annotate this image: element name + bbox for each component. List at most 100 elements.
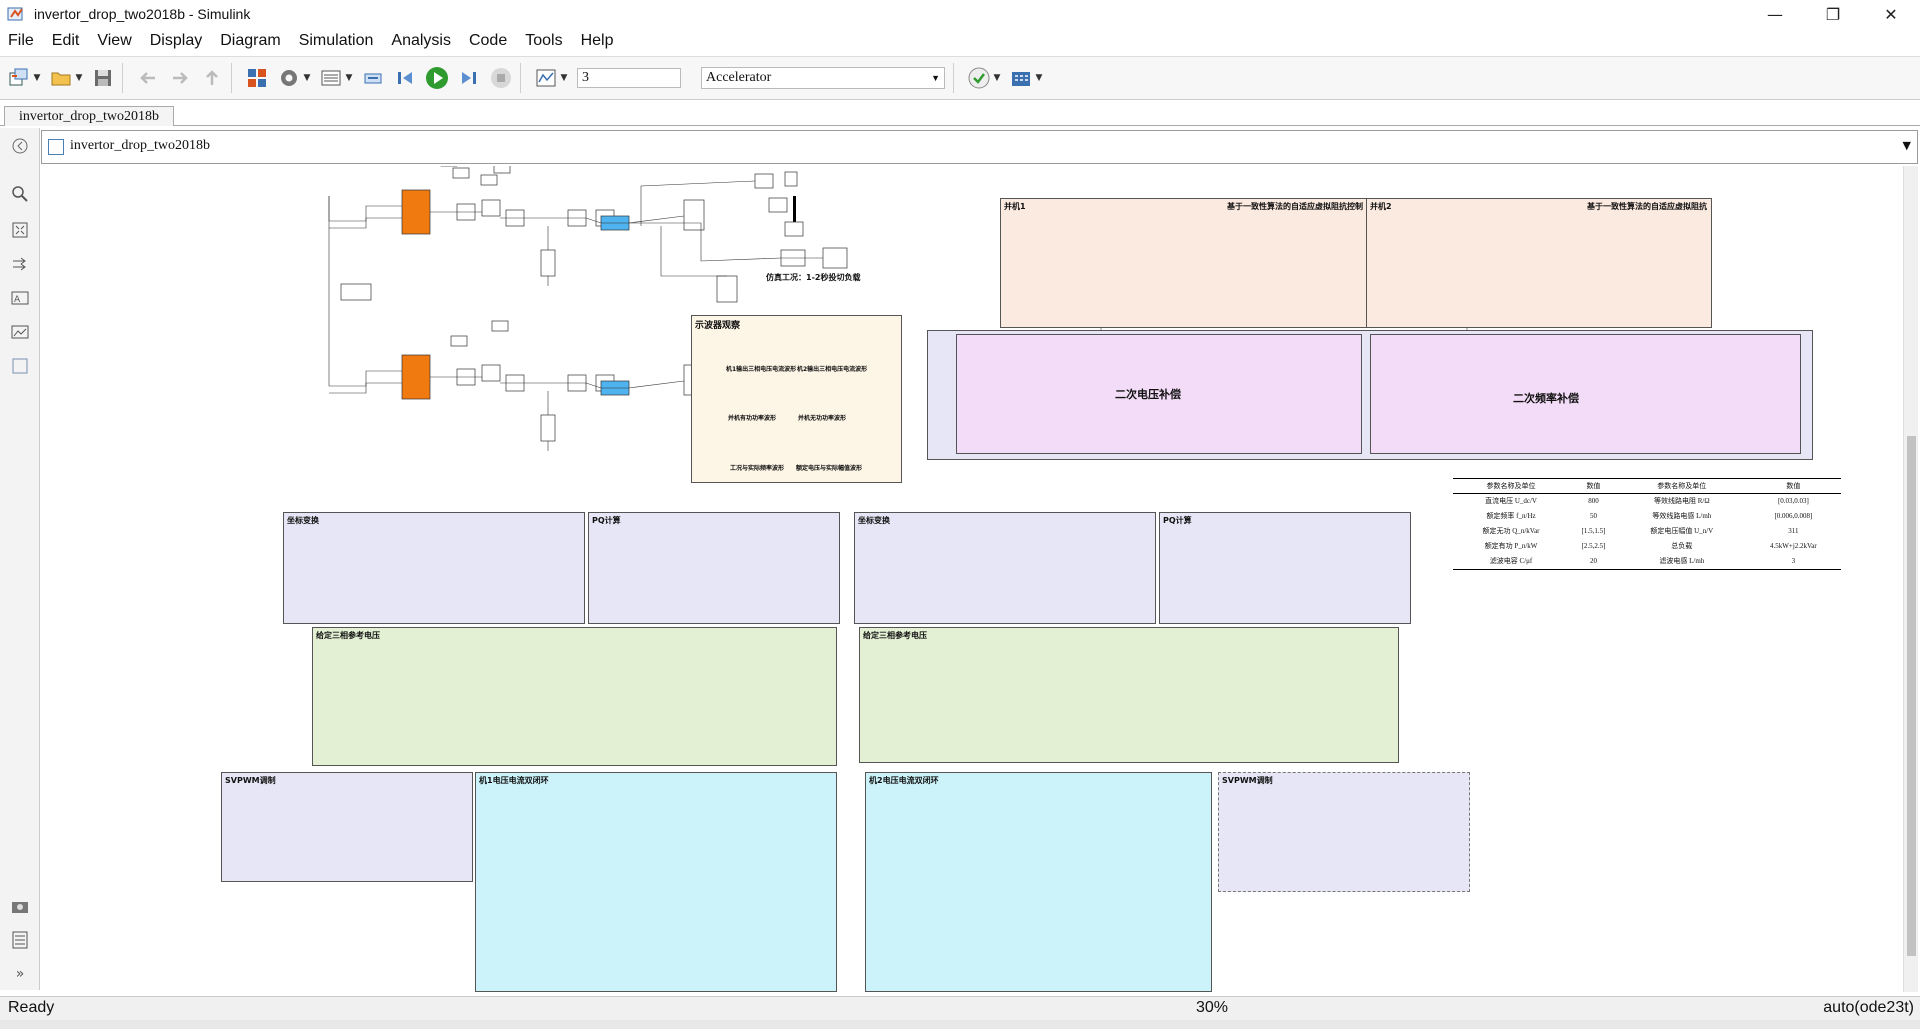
parallel2-panel[interactable]: 并机2 基于一致性算法的自适应虚拟阻抗	[1366, 198, 1712, 328]
pq-calc-1-title: PQ计算	[592, 516, 621, 525]
status-bar: Ready 30% auto(ode23t)	[0, 996, 1920, 1020]
tab-model[interactable]: invertor_drop_two2018b	[4, 106, 174, 126]
new-model-icon[interactable]	[6, 65, 32, 91]
update-diagram-icon[interactable]	[360, 65, 386, 91]
up-icon[interactable]	[199, 65, 225, 91]
menu-bar: File Edit View Display Diagram Simulatio…	[0, 28, 1920, 54]
maximize-button[interactable]: ❐	[1804, 0, 1862, 28]
arrow-icon[interactable]	[10, 254, 30, 274]
back-icon[interactable]	[10, 136, 30, 156]
area-icon[interactable]	[10, 356, 30, 376]
three-phase-ref-1[interactable]: 给定三相参考电压	[312, 627, 837, 766]
fit-view-icon[interactable]	[10, 220, 30, 240]
pq-calc-1[interactable]: PQ计算	[588, 512, 840, 624]
secondary-voltage-panel[interactable]: 二次电压补偿	[956, 334, 1362, 454]
block	[452, 167, 470, 179]
scope-label-5: 工况与实际频率波形	[730, 465, 785, 472]
param-cell: 等效线路电感 L/mh	[1652, 511, 1712, 520]
parallel2-subtitle: 基于一致性算法的自适应虚拟阻抗	[1587, 202, 1707, 211]
undo-icon[interactable]	[135, 65, 161, 91]
loop-1-title: 机1电压电流双闭环	[479, 776, 549, 785]
open-icon[interactable]	[48, 65, 74, 91]
svpwm-1[interactable]: SVPWM调制	[221, 772, 473, 882]
block	[822, 247, 848, 269]
param-header-1: 参数名称及单位	[1453, 479, 1570, 494]
stop-time-input[interactable]: 3	[577, 68, 681, 88]
annotation-icon[interactable]: A	[10, 288, 30, 308]
menu-tools[interactable]: Tools	[517, 32, 570, 50]
build-icon[interactable]	[1008, 65, 1034, 91]
inspector-dropdown-icon[interactable]: ▼	[559, 65, 569, 91]
menu-analysis[interactable]: Analysis	[383, 32, 459, 50]
scope-panel[interactable]: 示波器观察 机1输出三相电压电流波形 机2输出三相电压电流波形 并机有功功率波形…	[691, 315, 902, 483]
bottom-strip	[0, 1020, 1920, 1029]
signal-line	[329, 217, 402, 229]
menu-simulation[interactable]: Simulation	[291, 32, 382, 50]
block	[481, 364, 501, 382]
block	[716, 275, 738, 303]
loop-2[interactable]: 机2电压电流双闭环	[865, 772, 1212, 992]
build-dropdown-icon[interactable]: ▼	[1034, 65, 1044, 91]
simulation-mode-select[interactable]: Accelerator ▼	[701, 67, 945, 89]
param-cell: 20	[1589, 556, 1597, 565]
param-cell: 等效线路电阻 R/Ω	[1654, 496, 1710, 505]
coord-transform-1[interactable]: 坐标变换	[283, 512, 585, 624]
minimize-button[interactable]: —	[1746, 0, 1804, 28]
zoom-icon[interactable]	[10, 184, 30, 204]
check-dropdown-icon[interactable]: ▼	[992, 65, 1002, 91]
address-path[interactable]: invertor_drop_two2018b	[70, 138, 210, 154]
model-canvas[interactable]: 仿真工况：1-2秒投切负载 示波器观察 机1输出三相电压电流波形 机2输出三相电…	[41, 166, 1909, 992]
param-cell: 3	[1791, 556, 1796, 565]
param-cell: 4.5kW+j2.2kVar	[1770, 541, 1817, 550]
coord-transform-2[interactable]: 坐标变换	[854, 512, 1156, 624]
pq-calc-2[interactable]: PQ计算	[1159, 512, 1411, 624]
block	[540, 249, 556, 277]
open-dropdown-icon[interactable]: ▼	[74, 65, 84, 91]
step-back-icon[interactable]	[392, 65, 418, 91]
secondary-voltage-label: 二次电压补偿	[1115, 388, 1181, 401]
stop-icon[interactable]	[488, 65, 514, 91]
three-phase-ref-2[interactable]: 给定三相参考电压	[859, 627, 1399, 763]
parallel1-panel[interactable]: 并机1 基于一致性算法的自适应虚拟阻抗控制	[1000, 198, 1368, 328]
vertical-scrollbar[interactable]	[1903, 166, 1918, 992]
signal-line	[500, 380, 685, 389]
block	[754, 173, 774, 189]
menu-display[interactable]: Display	[142, 32, 210, 50]
config-dropdown-icon[interactable]: ▼	[302, 65, 312, 91]
step-forward-icon[interactable]	[456, 65, 482, 91]
simulation-data-inspector-icon[interactable]	[533, 65, 559, 91]
library-browser-icon[interactable]	[244, 65, 270, 91]
scope-label-6: 额定电压与实际幅值波形	[796, 465, 863, 472]
loop-2-title: 机2电压电流双闭环	[869, 776, 939, 785]
status-solver[interactable]: auto(ode23t)	[1823, 999, 1914, 1017]
expand-icon[interactable]: »	[10, 964, 30, 984]
run-icon[interactable]	[424, 65, 450, 91]
explorer-bar-icon[interactable]	[10, 930, 30, 950]
save-icon[interactable]	[90, 65, 116, 91]
address-dropdown-icon[interactable]: ▼	[1903, 139, 1911, 152]
loop-1[interactable]: 机1电压电流双闭环	[475, 772, 837, 992]
model-explorer-icon[interactable]	[318, 65, 344, 91]
menu-help[interactable]: Help	[573, 32, 622, 50]
new-dropdown-icon[interactable]: ▼	[32, 65, 42, 91]
explorer-dropdown-icon[interactable]: ▼	[344, 65, 354, 91]
secondary-freq-panel[interactable]: 二次频率补偿	[1370, 334, 1801, 454]
scroll-thumb[interactable]	[1907, 436, 1916, 956]
param-cell: 直流电压 U_dc/V	[1485, 496, 1537, 505]
table-row: 直流电压 U_dc/V 800 等效线路电阻 R/Ω [0.03,0.03]	[1453, 493, 1841, 508]
check-icon[interactable]	[966, 65, 992, 91]
screenshot-icon[interactable]	[10, 896, 30, 916]
block	[768, 197, 788, 213]
block	[481, 199, 501, 217]
model-config-icon[interactable]	[276, 65, 302, 91]
svpwm-2[interactable]: SVPWM调制	[1218, 772, 1470, 892]
menu-file[interactable]: File	[0, 32, 42, 50]
close-button[interactable]: ✕	[1862, 0, 1920, 28]
menu-view[interactable]: View	[89, 32, 139, 50]
signal-line	[660, 226, 727, 277]
menu-diagram[interactable]: Diagram	[212, 32, 288, 50]
menu-code[interactable]: Code	[461, 32, 515, 50]
image-icon[interactable]	[10, 322, 30, 342]
menu-edit[interactable]: Edit	[44, 32, 88, 50]
redo-icon[interactable]	[167, 65, 193, 91]
